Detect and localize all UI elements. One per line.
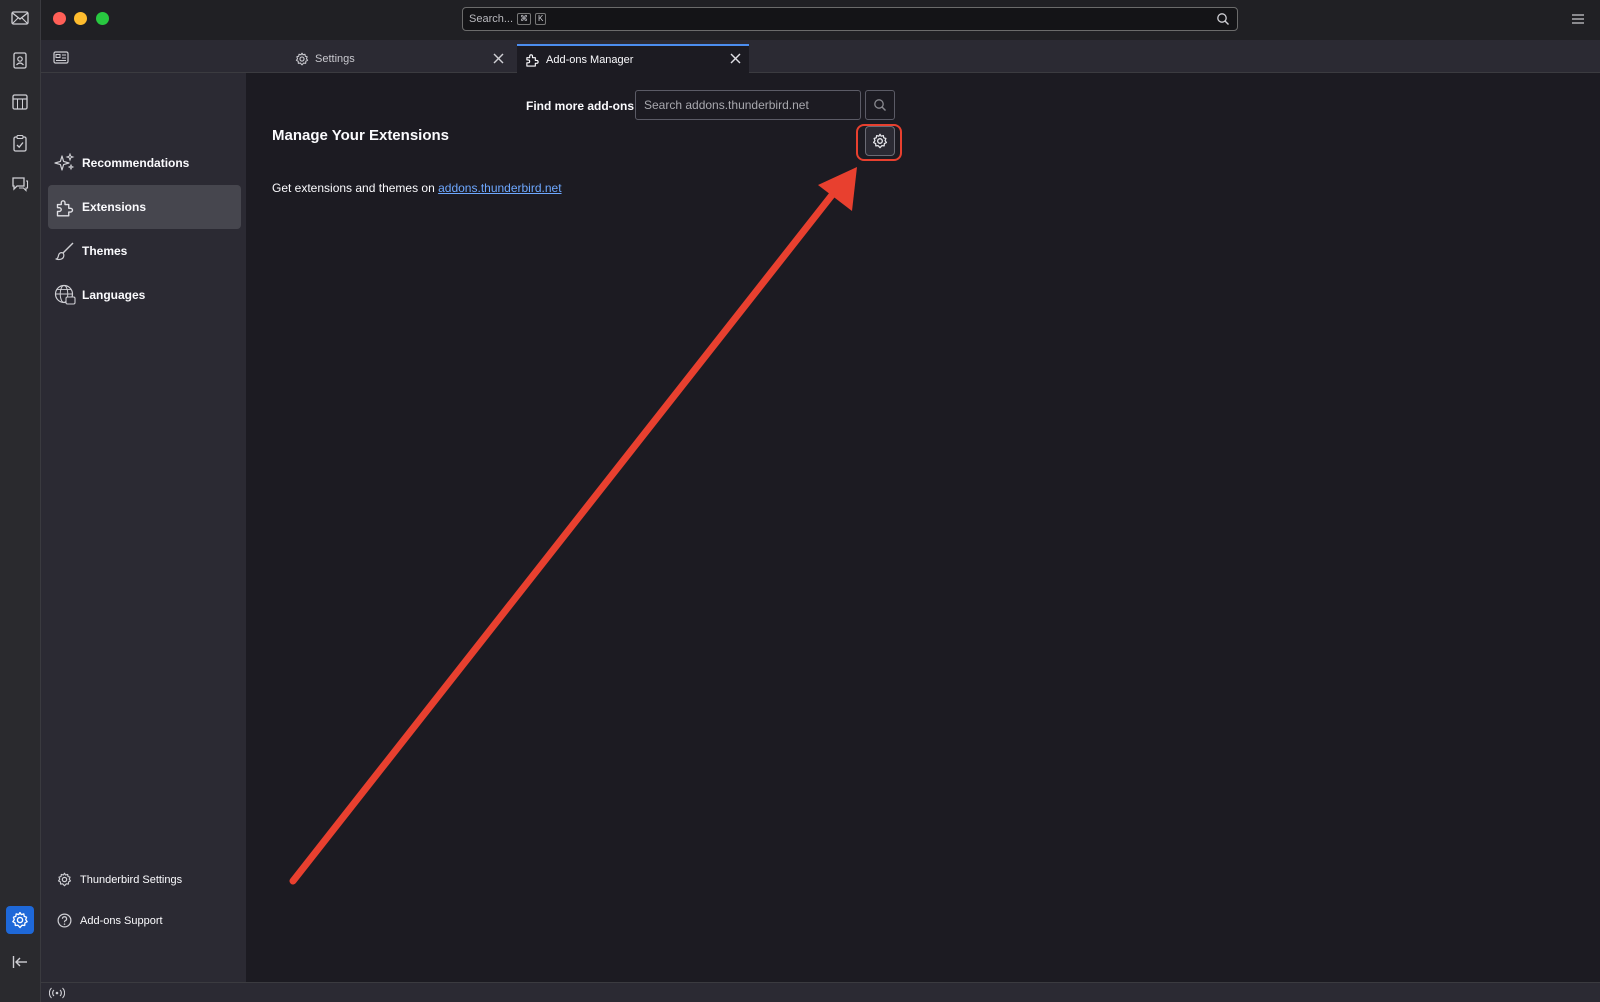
puzzle-icon: [525, 52, 540, 67]
thunderbird-settings-label: Thunderbird Settings: [80, 873, 183, 886]
window-maximize-button[interactable]: [96, 12, 109, 25]
online-status-icon[interactable]: [48, 986, 66, 1002]
unified-toolbar-icon[interactable]: [53, 51, 69, 69]
calendar-icon[interactable]: [8, 90, 32, 114]
spaces-toolbar: [0, 0, 41, 1002]
category-recommendations[interactable]: Recommendations: [48, 141, 241, 185]
global-search-placeholder: Search...: [469, 13, 514, 25]
sparkle-icon: [54, 152, 76, 174]
category-extensions[interactable]: Extensions: [48, 185, 241, 229]
global-search-input[interactable]: Search... ⌘ K: [462, 7, 1238, 31]
tab-bar: Settings Add-ons Manager: [41, 40, 1600, 73]
hamburger-menu-icon[interactable]: [1572, 11, 1584, 29]
find-more-addons-label: Find more add-ons: [526, 99, 634, 113]
addons-site-link[interactable]: addons.thunderbird.net: [438, 181, 561, 195]
info-text: Get extensions and themes on: [272, 181, 439, 195]
collapse-spaces-icon[interactable]: [8, 950, 32, 974]
gear-icon: [295, 52, 309, 66]
main-content: Find more add-ons Manage Your Extensions…: [246, 73, 1600, 982]
tab-settings-close-icon[interactable]: [493, 51, 504, 69]
tab-settings[interactable]: Settings: [287, 44, 551, 73]
status-bar: [41, 982, 1600, 1002]
category-themes[interactable]: Themes: [48, 229, 241, 273]
chat-icon[interactable]: [8, 172, 32, 196]
settings-space-button[interactable]: [6, 906, 34, 934]
page-title: Manage Your Extensions: [272, 127, 449, 144]
tab-addons-manager[interactable]: Add-ons Manager: [517, 44, 749, 73]
search-icon: [874, 99, 886, 111]
brush-icon: [54, 240, 76, 262]
category-label: Recommendations: [82, 156, 190, 170]
category-label: Languages: [82, 288, 146, 302]
address-book-icon[interactable]: [8, 48, 32, 72]
gear-icon: [872, 133, 888, 149]
tab-addons-label: Add-ons Manager: [546, 53, 634, 66]
window-minimize-button[interactable]: [74, 12, 87, 25]
puzzle-icon: [54, 196, 76, 218]
category-label: Themes: [82, 244, 128, 258]
addons-support-label: Add-ons Support: [80, 914, 163, 927]
mail-icon[interactable]: [8, 6, 32, 30]
tasks-icon[interactable]: [8, 131, 32, 155]
tab-addons-close-icon[interactable]: [730, 53, 741, 67]
window-close-button[interactable]: [53, 12, 66, 25]
gear-icon: [57, 872, 72, 887]
settings-icon: [12, 911, 28, 929]
tools-for-all-addons-button[interactable]: [865, 126, 895, 156]
thunderbird-settings-link[interactable]: Thunderbird Settings: [57, 872, 182, 887]
get-extensions-info: Get extensions and themes on addons.thun…: [272, 181, 562, 195]
category-languages[interactable]: Languages: [48, 273, 241, 317]
category-label: Extensions: [82, 200, 147, 214]
search-icon[interactable]: [1216, 12, 1230, 31]
tab-settings-label: Settings: [315, 52, 355, 65]
addons-search-input[interactable]: [635, 90, 861, 120]
shortcut-key-cmd: ⌘: [517, 13, 532, 25]
globe-icon: [54, 284, 76, 306]
shortcut-key-k: K: [535, 13, 547, 25]
category-sidebar: Recommendations Extensions Themes Langua…: [41, 73, 246, 982]
title-bar: Search... ⌘ K: [0, 0, 1600, 40]
addons-support-link[interactable]: Add-ons Support: [57, 913, 163, 928]
addons-search-button[interactable]: [865, 90, 895, 120]
help-icon: [57, 913, 72, 928]
